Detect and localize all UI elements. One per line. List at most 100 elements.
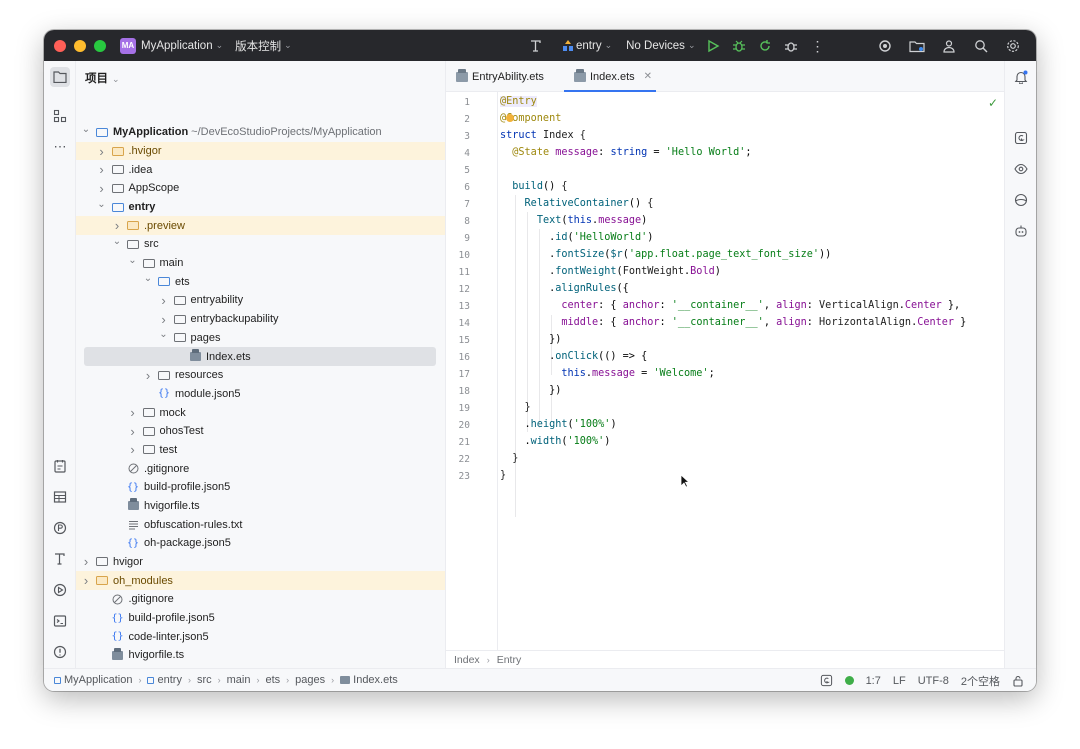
tree-file-row[interactable]: {} code-linter.json5 — [76, 627, 445, 646]
device-manager-icon[interactable] — [1011, 190, 1031, 210]
account-icon[interactable] — [939, 36, 959, 56]
vcs-menu[interactable]: 版本控制 — [235, 38, 281, 54]
status-path-item[interactable]: main — [227, 674, 251, 686]
device-selector[interactable]: No Devices — [626, 40, 685, 52]
chevron-right-icon[interactable]: › — [96, 144, 108, 159]
problems-icon[interactable] — [50, 642, 70, 662]
indent-setting[interactable]: 2个空格 — [961, 673, 1000, 689]
tree-folder-row[interactable]: ⌄ ets — [76, 272, 445, 291]
run-services-icon[interactable] — [50, 580, 70, 600]
tree-file-row[interactable]: {} oh-package.json5 — [76, 534, 445, 553]
minimize-window-button[interactable] — [74, 39, 86, 52]
profiler-icon[interactable] — [50, 518, 70, 538]
text-tool-icon[interactable] — [526, 36, 546, 56]
status-path-item[interactable]: MyApplication — [64, 674, 132, 686]
notifications-icon[interactable] — [1011, 67, 1031, 87]
tree-folder-row[interactable]: › oh_modules — [76, 571, 445, 590]
file-encoding[interactable]: UTF-8 — [918, 675, 949, 687]
tree-file-row[interactable]: obfuscation-rules.txt — [76, 515, 445, 534]
tree-file-row[interactable]: .gitignore — [76, 459, 445, 478]
project-switcher[interactable]: MyApplication — [141, 40, 213, 52]
chevron-right-icon[interactable]: › — [158, 312, 170, 327]
caret-position[interactable]: 1:7 — [866, 675, 881, 687]
breadcrumb-item[interactable]: Index — [454, 654, 480, 666]
chevron-down-icon[interactable]: ⌄ — [142, 273, 154, 284]
tree-folder-row[interactable]: › ohosTest — [76, 422, 445, 441]
tree-folder-row[interactable]: › test — [76, 441, 445, 460]
apply-changes-icon[interactable] — [755, 36, 775, 56]
tree-folder-row[interactable]: ⌄ src — [76, 235, 445, 254]
code-editor[interactable]: 1 2 3 4 5 6 7 8 9 10 11 12 13 14 15 16 17 18 19 20 21 22 23 @E… — [446, 92, 1004, 650]
tree-folder-row[interactable]: › .hvigor — [76, 141, 445, 161]
chevron-right-icon[interactable]: › — [142, 368, 154, 383]
zoom-window-button[interactable] — [94, 39, 106, 52]
project-view-icon[interactable] — [50, 67, 70, 87]
status-path-item[interactable]: ets — [265, 674, 280, 686]
chevron-right-icon[interactable]: › — [96, 162, 108, 177]
close-tab-icon[interactable]: ✕ — [644, 71, 652, 82]
tree-file-row[interactable]: Index.ets — [84, 347, 436, 366]
tree-file-row[interactable]: {} build-profile.json5 — [76, 478, 445, 497]
chevron-down-icon[interactable]: ⌄ — [80, 124, 92, 135]
todo-icon[interactable] — [50, 456, 70, 476]
tree-file-row[interactable]: hvigorfile.ts — [76, 646, 445, 665]
line-ending[interactable]: LF — [893, 675, 906, 687]
structure-icon[interactable] — [50, 106, 70, 126]
terminal-icon[interactable] — [50, 611, 70, 631]
folder-sync-icon[interactable] — [907, 36, 927, 56]
run-config-selector[interactable]: entry — [576, 40, 602, 52]
tree-file-row[interactable]: {} build-profile.json5 — [76, 609, 445, 628]
tree-folder-row[interactable]: ⌄ pages — [76, 328, 445, 347]
layout-inspector-icon[interactable] — [50, 487, 70, 507]
tab-entryability[interactable]: EntryAbility.ets — [456, 61, 544, 92]
status-path-item[interactable]: entry — [157, 674, 181, 686]
breadcrumb-item[interactable]: Entry — [497, 654, 522, 666]
tree-folder-row[interactable]: ⌄ main — [76, 254, 445, 273]
text-tool-icon[interactable] — [50, 549, 70, 569]
status-path-item[interactable]: src — [197, 674, 212, 686]
chevron-right-icon[interactable]: › — [111, 218, 123, 233]
chevron-down-icon[interactable]: ⌄ — [96, 199, 108, 210]
more-actions-icon[interactable]: ⋮ — [807, 36, 827, 56]
search-icon[interactable] — [971, 36, 991, 56]
debug-icon[interactable] — [729, 36, 749, 56]
more-tools-icon[interactable]: ⋯ — [50, 136, 70, 156]
chevron-right-icon[interactable]: › — [96, 181, 108, 196]
tree-folder-row[interactable]: › hvigor — [76, 553, 445, 572]
project-panel-header[interactable]: 项目 ⌄ — [85, 70, 120, 86]
lock-icon[interactable] — [1012, 675, 1024, 687]
chevron-down-icon[interactable]: ⌄ — [111, 236, 123, 247]
settings-gear-icon[interactable] — [1003, 36, 1023, 56]
tree-folder-row[interactable]: › entrybackupability — [76, 310, 445, 329]
tab-index-ets[interactable]: Index.ets ✕ — [564, 61, 656, 92]
codegenie-icon[interactable] — [875, 36, 895, 56]
tree-file-row[interactable]: {} module.json5 — [76, 385, 445, 404]
tree-file-row[interactable]: .gitignore — [76, 590, 445, 609]
attach-debugger-icon[interactable] — [781, 36, 801, 56]
status-path-item[interactable]: Index.ets — [353, 674, 398, 686]
status-dot-icon[interactable] — [844, 676, 854, 685]
tree-folder-row[interactable]: › AppScope — [76, 179, 445, 198]
ai-assistant-icon[interactable] — [1011, 221, 1031, 241]
tree-folder-row[interactable]: ⌄ entry — [76, 198, 445, 217]
codegenie-panel-icon[interactable] — [1011, 128, 1031, 148]
status-path-item[interactable]: pages — [295, 674, 325, 686]
tree-folder-row[interactable]: › resources — [76, 366, 445, 385]
chevron-right-icon[interactable]: › — [158, 293, 170, 308]
chevron-right-icon[interactable]: › — [80, 554, 92, 569]
chevron-right-icon[interactable]: › — [127, 424, 139, 439]
bulb-icon[interactable] — [506, 114, 514, 122]
tree-folder-row[interactable]: › entryability — [76, 291, 445, 310]
chevron-down-icon[interactable]: ⌄ — [158, 329, 170, 340]
tree-file-row[interactable]: hvigorfile.ts — [76, 497, 445, 516]
previewer-icon[interactable] — [1011, 159, 1031, 179]
codegenie-status-icon[interactable] — [820, 674, 833, 687]
tree-folder-row[interactable]: ⌄ MyApplication ~/DevEcoStudioProjects/MyA… — [76, 123, 445, 142]
chevron-down-icon[interactable]: ⌄ — [127, 255, 139, 266]
tree-folder-row[interactable]: › mock — [76, 403, 445, 422]
run-icon[interactable] — [703, 36, 723, 56]
close-window-button[interactable] — [54, 39, 66, 52]
chevron-right-icon[interactable]: › — [80, 573, 92, 588]
tree-folder-row[interactable]: › .preview — [76, 216, 445, 236]
chevron-right-icon[interactable]: › — [127, 405, 139, 420]
